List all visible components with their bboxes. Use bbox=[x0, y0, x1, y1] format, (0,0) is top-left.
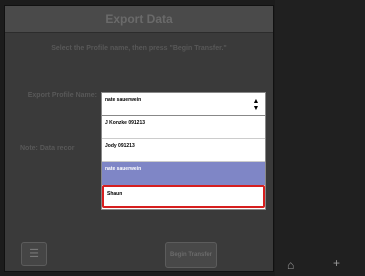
export-profile-name-label: Export Profile Name: bbox=[27, 92, 97, 99]
export-data-dialog: Export Data Select the Profile name, the… bbox=[4, 5, 274, 272]
list-icon: ☰ bbox=[29, 248, 39, 260]
list-item[interactable]: Jody 091213 bbox=[102, 139, 265, 162]
list-item[interactable]: J Konzke 091213 bbox=[102, 116, 265, 139]
dropdown-value: nate sauerwein bbox=[105, 97, 142, 103]
plus-icon[interactable]: + bbox=[333, 256, 340, 270]
list-item-highlighted[interactable]: Shaun bbox=[102, 185, 265, 208]
list-item-selected[interactable]: nate sauerwein bbox=[102, 162, 265, 185]
begin-transfer-button[interactable]: Begin Transfer bbox=[165, 242, 217, 268]
note-label: Note: Data recor bbox=[20, 145, 75, 152]
begin-transfer-label: Begin Transfer bbox=[169, 252, 212, 258]
right-panel: ⌂ + bbox=[275, 0, 365, 276]
instruction-text: Select the Profile name, then press "Beg… bbox=[51, 45, 227, 52]
up-down-arrows-icon[interactable]: ▲ ▼ bbox=[250, 98, 262, 112]
list-button[interactable]: ☰ bbox=[21, 242, 47, 266]
home-icon[interactable]: ⌂ bbox=[287, 258, 294, 272]
profile-list: J Konzke 091213 Jody 091213 nate sauerwe… bbox=[101, 116, 266, 210]
dialog-title: Export Data bbox=[5, 6, 273, 33]
profile-dropdown[interactable]: nate sauerwein ▲ ▼ bbox=[101, 92, 266, 116]
screen: ⌂ + Export Data Select the Profile name,… bbox=[0, 0, 365, 276]
